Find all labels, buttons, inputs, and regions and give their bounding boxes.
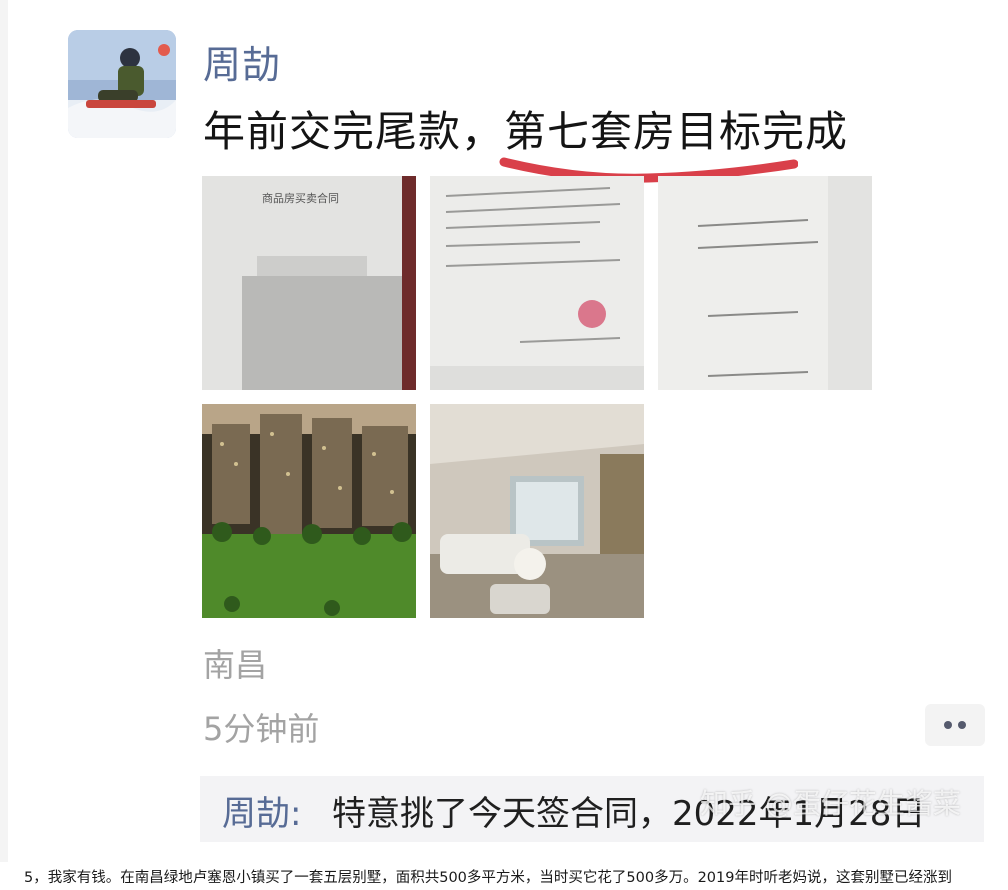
post-text-start: 年前交完尾款， bbox=[203, 107, 505, 156]
watermark: 知乎 @蛋仔花生酱菜 bbox=[700, 787, 961, 820]
moments-post-card: 周劼 年前交完尾款，第七套房目标完成 商品房买卖合同 南昌 5分钟前 周劼: 特… bbox=[0, 0, 1008, 862]
article-text-line: 5，我家有钱。在南昌绿地卢塞恩小镇买了一套五层别墅，面积共500多平方米，当时买… bbox=[24, 870, 952, 886]
contract-cover-photo[interactable]: 商品房买卖合同 bbox=[202, 176, 416, 390]
contract-page-photo[interactable] bbox=[658, 176, 872, 390]
avatar[interactable] bbox=[68, 30, 176, 138]
post-location[interactable]: 南昌 bbox=[203, 640, 267, 686]
building-model-photo[interactable] bbox=[202, 404, 416, 618]
contract-cover-caption: 商品房买卖合同 bbox=[262, 191, 339, 205]
comment-author[interactable]: 周劼: bbox=[222, 786, 301, 835]
more-dots-icon bbox=[944, 721, 952, 729]
signed-contract-photo[interactable] bbox=[430, 176, 644, 390]
more-dots-icon bbox=[958, 721, 966, 729]
more-button[interactable] bbox=[925, 704, 985, 746]
post-username[interactable]: 周劼 bbox=[203, 34, 281, 89]
left-border bbox=[0, 0, 8, 862]
post-timestamp: 5分钟前 bbox=[203, 710, 320, 748]
post-text-highlight: 第七套房目标完成 bbox=[504, 107, 849, 156]
living-room-photo[interactable] bbox=[430, 404, 644, 618]
